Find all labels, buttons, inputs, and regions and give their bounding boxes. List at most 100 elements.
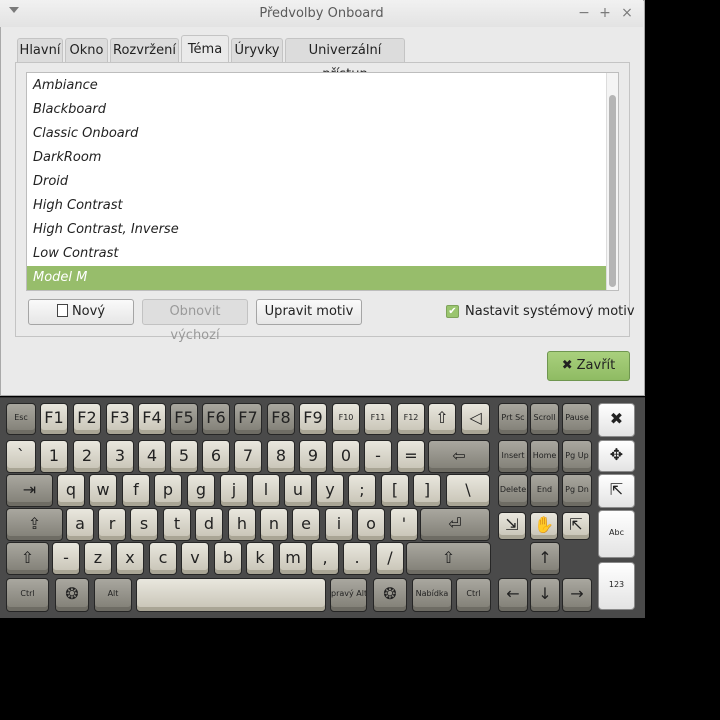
list-item-selected[interactable]: Model M <box>27 266 606 290</box>
list-scrollbar[interactable] <box>606 73 618 290</box>
key-4-5[interactable]: v <box>181 542 209 575</box>
key-0-7[interactable]: F7 <box>234 403 262 435</box>
key-4-0[interactable]: ⇧ <box>6 542 49 575</box>
key-1-16[interactable]: Pg Up <box>562 440 592 473</box>
tab-uryvky[interactable]: Úryvky <box>231 38 283 62</box>
key-2-8[interactable]: u <box>284 474 312 507</box>
key-3-2[interactable]: r <box>98 508 126 541</box>
key-5-4[interactable]: pravý Alt <box>330 578 367 612</box>
key-1-6[interactable]: 6 <box>202 440 230 473</box>
theme-list[interactable]: Ambiance Blackboard Classic Onboard Dark… <box>26 72 619 291</box>
key-1-13[interactable]: ⇦ <box>428 440 490 473</box>
key-3-5[interactable]: d <box>195 508 223 541</box>
key-2-2[interactable]: w <box>89 474 117 507</box>
key-5-2[interactable]: Alt <box>94 578 132 612</box>
tab-univerzalni-pristup[interactable]: Univerzální přístup <box>285 38 405 82</box>
system-theme-checkbox[interactable]: ✔ <box>446 305 459 318</box>
key-0-4[interactable]: F4 <box>138 403 166 435</box>
key-3-1[interactable]: a <box>66 508 94 541</box>
key-4-1[interactable]: - <box>52 542 80 575</box>
key-1-15[interactable]: Home <box>530 440 559 473</box>
tab-tema[interactable]: Téma <box>181 35 229 63</box>
key-0-12[interactable]: F12 <box>397 403 425 435</box>
click-key-2[interactable]: ⇱ <box>562 512 590 540</box>
reset-default-button[interactable]: Obnovit výchozí <box>142 299 248 343</box>
key-2-0[interactable]: ⇥ <box>6 474 53 507</box>
key-2-15[interactable]: End <box>530 474 559 507</box>
key-3-3[interactable]: s <box>130 508 158 541</box>
key-1-7[interactable]: 7 <box>234 440 262 473</box>
key-2-10[interactable]: ; <box>348 474 376 507</box>
close-window-icon[interactable]: × <box>619 5 635 21</box>
list-item[interactable]: Classic Onboard <box>27 122 606 146</box>
key-2-14[interactable]: Delete <box>498 474 528 507</box>
key-0-10[interactable]: F10 <box>332 403 360 435</box>
key-3-10[interactable]: o <box>357 508 385 541</box>
minimize-icon[interactable]: − <box>576 5 592 21</box>
key-1-14[interactable]: Insert <box>498 440 528 473</box>
key-1-10[interactable]: 0 <box>332 440 360 473</box>
side-key-0[interactable]: ✖ <box>598 403 635 437</box>
scrollbar-thumb[interactable] <box>609 95 616 287</box>
key-1-8[interactable]: 8 <box>267 440 295 473</box>
list-item[interactable]: Droid <box>27 170 606 194</box>
click-key-1[interactable]: ✋ <box>530 512 558 540</box>
key-2-3[interactable]: f <box>122 474 150 507</box>
key-1-2[interactable]: 2 <box>73 440 101 473</box>
key-4-12[interactable]: ⇧ <box>406 542 491 575</box>
key-0-2[interactable]: F2 <box>73 403 101 435</box>
key-3-4[interactable]: t <box>163 508 191 541</box>
key-2-1[interactable]: q <box>57 474 85 507</box>
key-3-12[interactable]: ⏎ <box>420 508 490 541</box>
list-item[interactable]: DarkRoom <box>27 146 606 170</box>
key-3-7[interactable]: n <box>260 508 288 541</box>
key-0-17[interactable]: Pause <box>562 403 592 435</box>
list-item[interactable]: Blackboard <box>27 98 606 122</box>
key-0-15[interactable]: Prt Sc <box>498 403 528 435</box>
key-2-4[interactable]: p <box>154 474 182 507</box>
key-1-3[interactable]: 3 <box>106 440 134 473</box>
list-item[interactable]: Ambiance <box>27 74 606 98</box>
list-item[interactable]: High Contrast <box>27 194 606 218</box>
title-bar[interactable]: Předvolby Onboard − + × <box>0 0 643 27</box>
key-2-5[interactable]: g <box>187 474 215 507</box>
key-2-7[interactable]: l <box>252 474 280 507</box>
list-item[interactable]: High Contrast, Inverse <box>27 218 606 242</box>
edit-theme-button[interactable]: Upravit motiv <box>256 299 362 325</box>
key-3-0[interactable]: ⇪ <box>6 508 63 541</box>
key-5-10[interactable]: → <box>562 578 592 612</box>
key-0-13[interactable]: ⇧ <box>428 403 456 435</box>
key-2-13[interactable]: \ <box>446 474 490 507</box>
key-0-3[interactable]: F3 <box>106 403 134 435</box>
key-0-11[interactable]: F11 <box>364 403 392 435</box>
side-key-2[interactable]: ⇱ <box>598 474 635 508</box>
key-5-6[interactable]: Nabídka <box>412 578 452 612</box>
key-5-1[interactable]: ❂ <box>55 578 89 612</box>
key-2-11[interactable]: [ <box>381 474 409 507</box>
key-1-5[interactable]: 5 <box>170 440 198 473</box>
key-1-11[interactable]: - <box>364 440 392 473</box>
click-key-0[interactable]: ⇲ <box>498 512 526 540</box>
key-5-5[interactable]: ❂ <box>373 578 407 612</box>
key-3-8[interactable]: e <box>292 508 320 541</box>
key-4-13[interactable]: ↑ <box>530 542 560 575</box>
key-1-0[interactable]: ` <box>6 440 36 473</box>
key-5-3[interactable] <box>136 578 326 612</box>
key-0-0[interactable]: Esc <box>6 403 36 435</box>
key-1-4[interactable]: 4 <box>138 440 166 473</box>
side-key-1[interactable]: ✥ <box>598 440 635 472</box>
key-5-9[interactable]: ↓ <box>530 578 560 612</box>
key-2-16[interactable]: Pg Dn <box>562 474 592 507</box>
key-0-8[interactable]: F8 <box>267 403 295 435</box>
key-2-12[interactable]: ] <box>413 474 441 507</box>
key-4-9[interactable]: , <box>311 542 339 575</box>
key-3-6[interactable]: h <box>228 508 256 541</box>
maximize-icon[interactable]: + <box>597 5 613 21</box>
key-3-9[interactable]: i <box>325 508 353 541</box>
key-2-6[interactable]: j <box>220 474 248 507</box>
side-key-3[interactable]: Abc <box>598 510 635 558</box>
key-3-11[interactable]: ' <box>390 508 418 541</box>
key-4-7[interactable]: k <box>246 542 274 575</box>
key-4-10[interactable]: . <box>343 542 371 575</box>
key-1-1[interactable]: 1 <box>40 440 68 473</box>
